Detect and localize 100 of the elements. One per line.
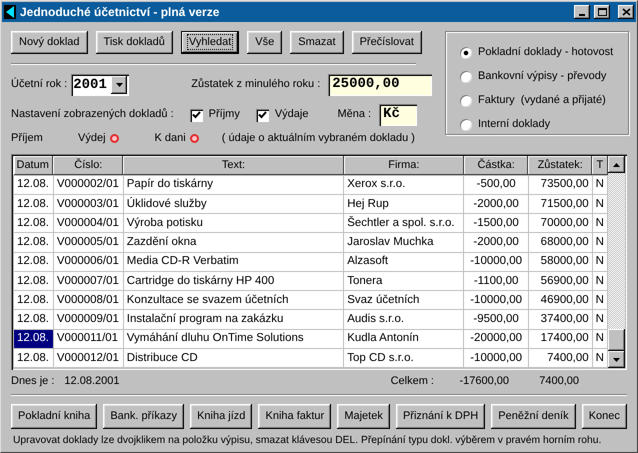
app-icon	[4, 5, 16, 19]
year-dropdown[interactable]: 2001	[71, 74, 130, 96]
scroll-up-icon[interactable]	[613, 162, 620, 167]
indicator-note: ( údaje o aktuálním vybraném dokladu )	[222, 132, 415, 146]
scroll-down-icon[interactable]	[613, 358, 620, 362]
table-cell: Kudla Antonín	[344, 329, 464, 348]
table-cell: V000002/01	[53, 175, 124, 194]
close-button[interactable]	[618, 5, 634, 19]
radio-button[interactable]	[460, 95, 472, 107]
field-label: Zůstatek z minulého roku :	[191, 78, 320, 92]
toolbar-button[interactable]: Vše	[247, 31, 282, 54]
toolbar-button[interactable]: Přiznání k DPH	[396, 404, 486, 430]
table-cell: 12.08.	[14, 232, 54, 252]
toolbar-button[interactable]: Smazat	[290, 31, 344, 54]
table-cell: Výroba potisku	[123, 214, 344, 233]
field-label: Celkem :	[390, 375, 434, 388]
checkbox[interactable]	[256, 108, 269, 122]
table-cell: Tonera	[344, 271, 464, 291]
toolbar-button[interactable]: Tisk dokladů	[96, 31, 173, 54]
table-cell: 68000,00	[528, 232, 592, 252]
table-cell: -20000,00	[464, 329, 528, 348]
table-cell: V000004/01	[53, 214, 124, 233]
toolbar-button[interactable]: Pokladní kniha	[11, 404, 98, 430]
table-cell: 12.08.	[14, 310, 54, 330]
table-cell: 58000,00	[528, 252, 592, 272]
table-cell: 12.08.	[14, 194, 54, 214]
status-text: Upravovat doklady lze dvojklikem na položku výpisu, smazat klávesou DEL. Přepínání typu dokl. výběrem v pravém horním rohu.	[13, 435, 602, 448]
table-cell: -500,00	[464, 175, 528, 194]
radio-button[interactable]	[460, 119, 472, 131]
table-cell: -1100,00	[464, 271, 528, 291]
toolbar-button[interactable]: Konec	[582, 404, 627, 430]
table-cell: Úklidové služby	[123, 194, 344, 214]
toolbar-button[interactable]: Vyhledat	[180, 31, 240, 54]
table-cell: Top CD s.r.o.	[344, 348, 464, 368]
maximize-button[interactable]	[594, 5, 610, 19]
table-cell: Media CD-R Verbatim	[123, 252, 344, 272]
minimize-button[interactable]	[574, 5, 590, 19]
toolbar-button[interactable]: Bank. příkazy	[103, 404, 184, 430]
toolbar-button[interactable]: Kniha faktur	[258, 404, 332, 430]
table-cell: V000005/01	[53, 232, 124, 252]
table-cell: -1500,00	[464, 214, 528, 233]
table-cell: 12.08.	[14, 252, 54, 272]
table-cell: 12.08.	[14, 329, 54, 348]
radio-button[interactable]	[460, 47, 472, 59]
radio-label: Interní doklady	[478, 118, 550, 132]
field-label: Nastavení zobrazených dokladů :	[11, 108, 174, 122]
table-cell: 71500,00	[528, 194, 592, 214]
scroll-thumb[interactable]	[608, 329, 625, 352]
table-cell: Papír do tiskárny	[123, 175, 344, 194]
caret-icon	[116, 83, 123, 87]
table-cell: -2000,00	[464, 232, 528, 252]
column-header[interactable]: Číslo:	[53, 156, 124, 176]
scrollbar[interactable]	[608, 156, 625, 368]
column-header[interactable]: Datum	[14, 156, 54, 176]
table-cell: Distribuce CD	[123, 348, 344, 368]
table-cell: 12.08.	[14, 290, 54, 310]
checkbox-label: Výdaje	[274, 108, 308, 122]
column-header[interactable]: Částka:	[464, 156, 528, 176]
toolbar-button[interactable]: Peněžní deník	[491, 404, 576, 430]
table-cell: V000003/01	[53, 194, 124, 214]
radio-button[interactable]	[460, 71, 472, 83]
currency-field[interactable]: Kč	[379, 104, 418, 126]
table-cell: Šechtler a spol. s.r.o.	[344, 214, 464, 233]
total-amount: -17600,00	[458, 375, 509, 388]
column-header[interactable]: T	[592, 156, 608, 176]
indicator-label: Výdej	[78, 132, 106, 146]
table-cell: 17400,00	[528, 329, 592, 348]
table-cell: -2000,00	[464, 194, 528, 214]
table-cell: V000007/01	[53, 271, 124, 291]
toolbar-button[interactable]: Přečíslovat	[352, 31, 422, 54]
table-cell: 12.08.	[14, 348, 54, 368]
field-label: Měna :	[337, 108, 372, 122]
toolbar-button[interactable]: Nový doklad	[11, 31, 88, 54]
table-cell: -10000,00	[464, 252, 528, 272]
column-header[interactable]: Firma:	[344, 156, 464, 176]
table-cell: Jaroslav Muchka	[344, 232, 464, 252]
indicator-label: Příjem	[11, 132, 43, 146]
table-cell: Xerox s.r.o.	[344, 175, 464, 194]
date-text: 12.08.2001	[64, 375, 120, 388]
table-cell: 70000,00	[528, 214, 592, 233]
status-dot-icon	[110, 134, 119, 144]
table-cell: Hej Rup	[344, 194, 464, 214]
radio-label: Faktury (vydané a přijaté)	[478, 94, 606, 108]
balance-field[interactable]: 25000,00	[328, 74, 432, 96]
table-cell: V000006/01	[53, 252, 124, 272]
table-cell: Vymáhání dluhu OnTime Solutions	[123, 329, 344, 348]
table-cell: 7400,00	[528, 348, 592, 368]
table-cell: 12.08.	[14, 214, 54, 233]
total-balance: 7400,00	[538, 375, 579, 388]
checkbox[interactable]	[190, 108, 203, 122]
column-header[interactable]: Text:	[123, 156, 344, 176]
table-cell: Audis s.r.o.	[344, 310, 464, 330]
maximize-icon	[598, 8, 606, 16]
toolbar-button[interactable]: Kniha jízd	[190, 404, 252, 430]
column-header[interactable]: Zůstatek:	[528, 156, 592, 176]
close-icon	[622, 8, 630, 16]
toolbar-button[interactable]: Majetek	[337, 404, 390, 430]
table-cell: V000011/01	[53, 329, 124, 348]
table-cell: Konzultace se svazem účetních	[123, 290, 344, 310]
checkbox-label: Příjmy	[208, 108, 240, 122]
